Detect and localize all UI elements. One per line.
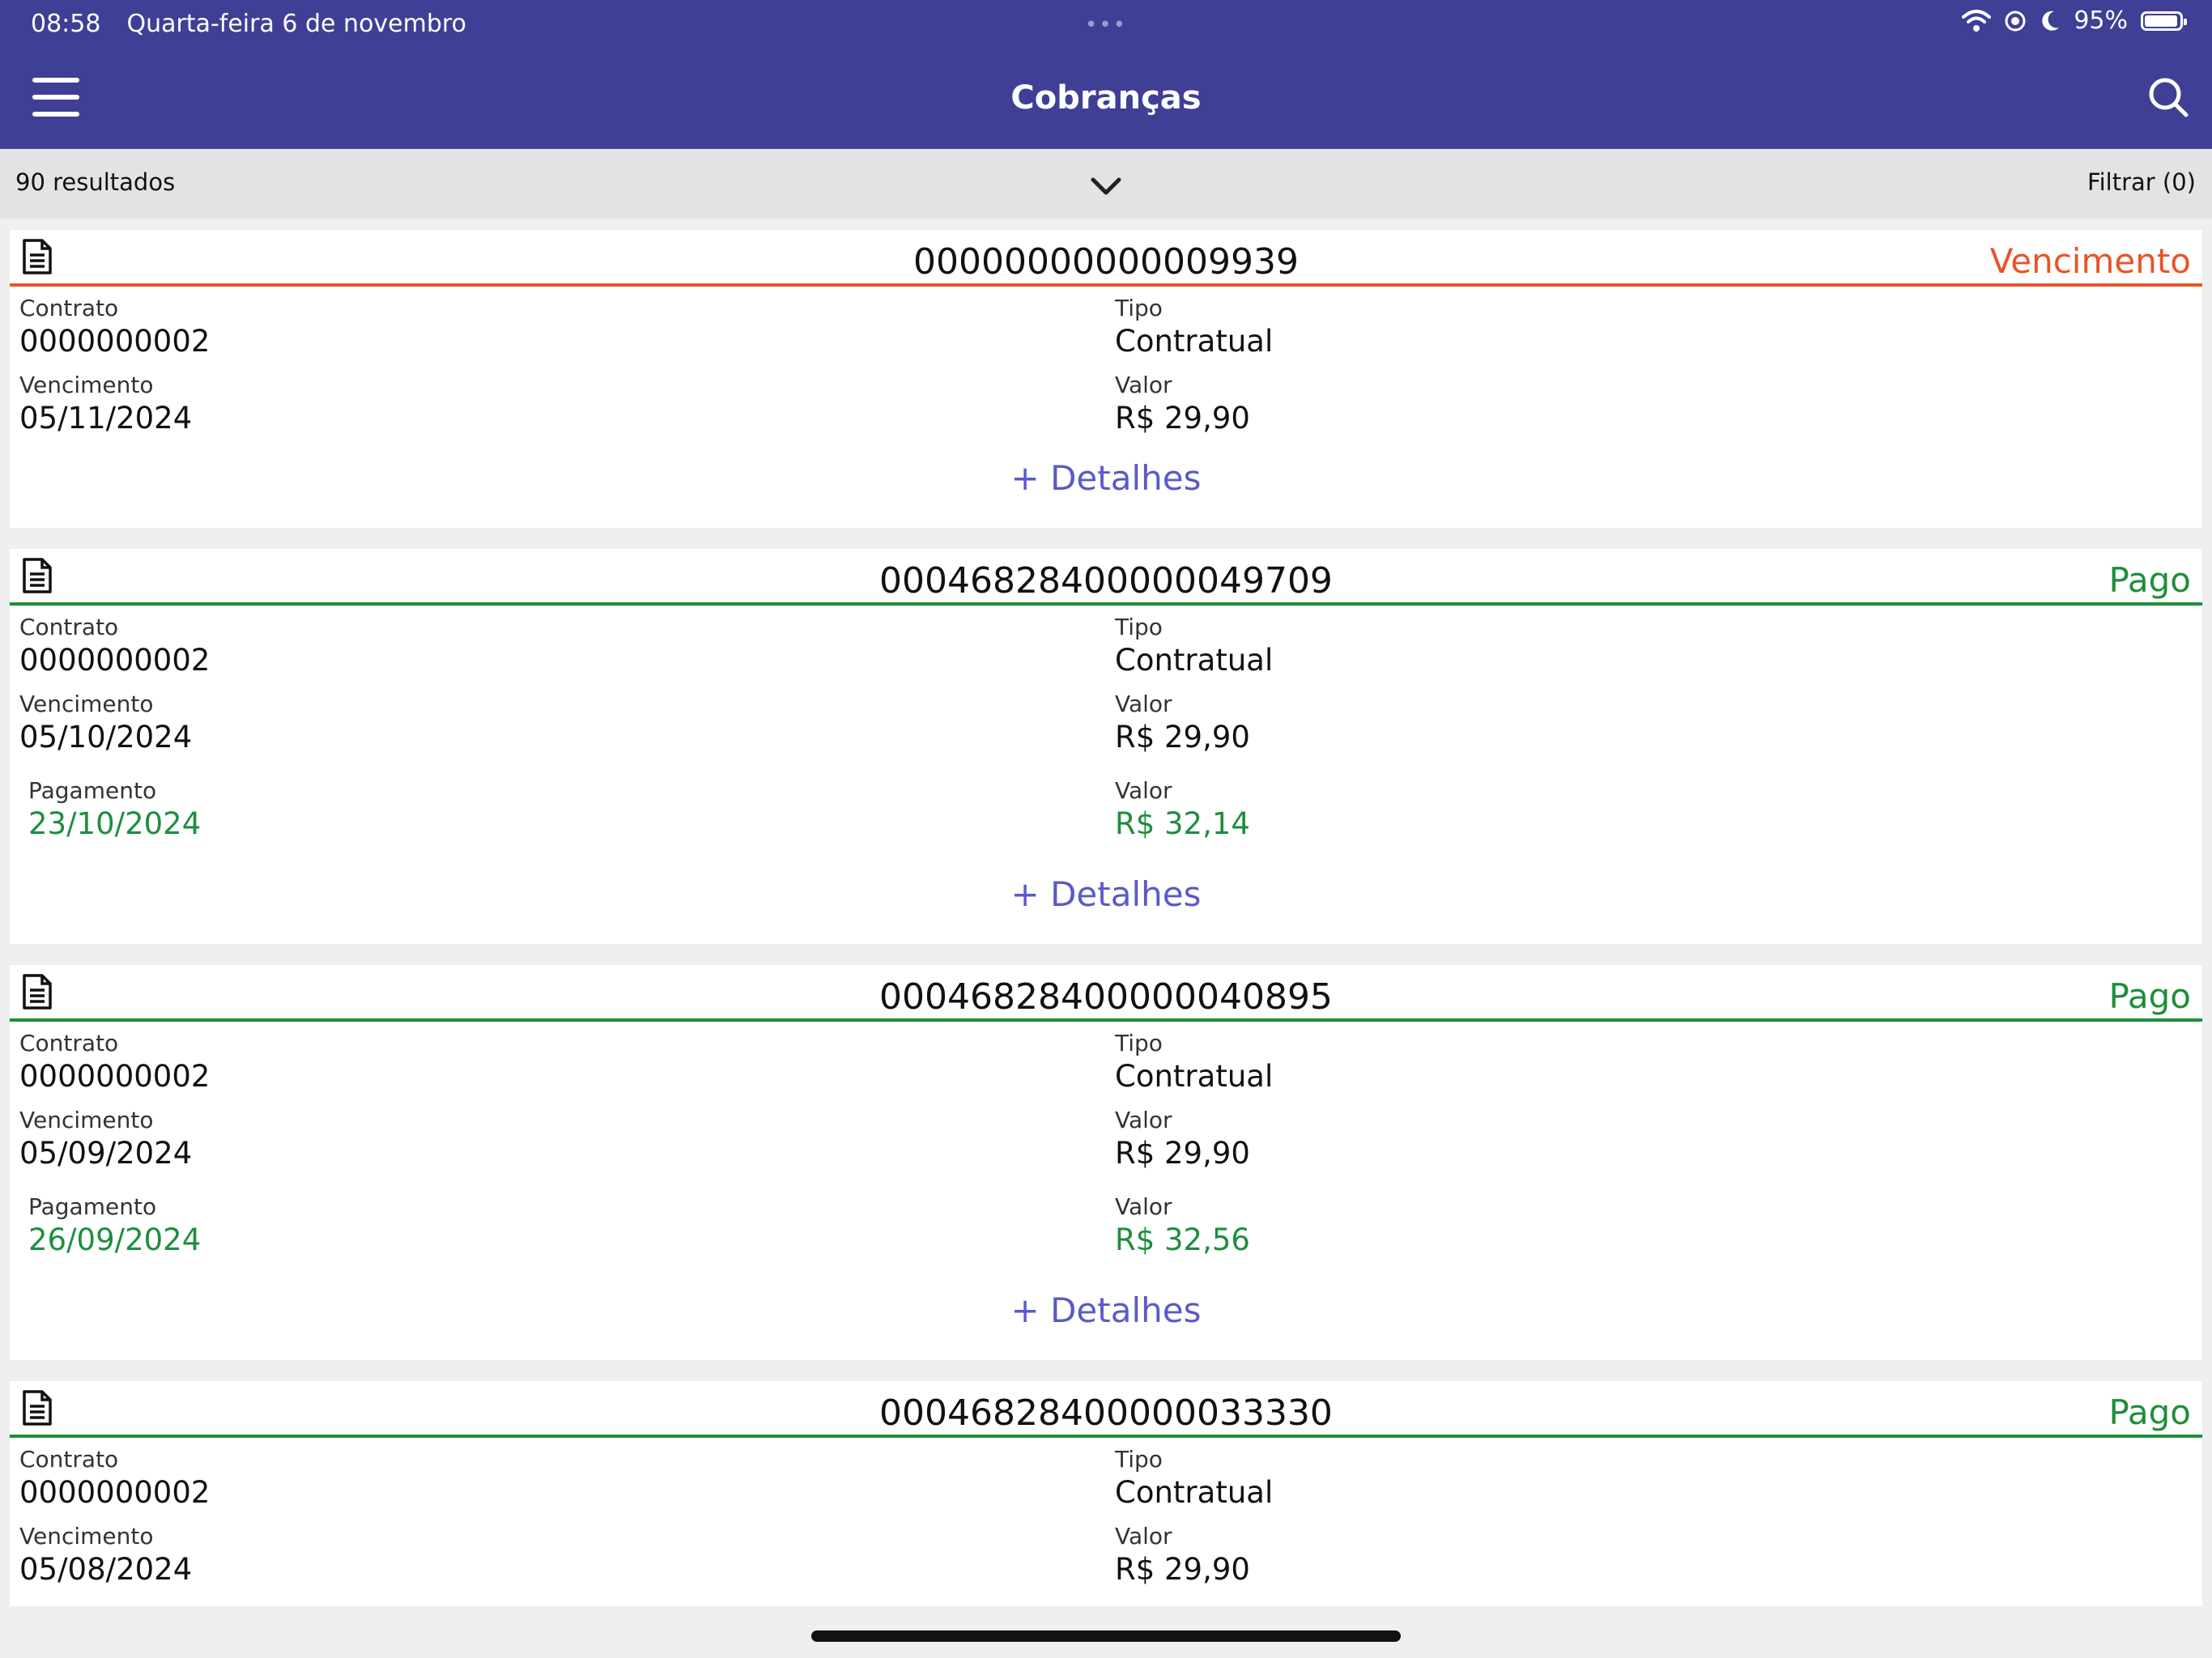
card-header: 00046828400000033330 Pago: [10, 1381, 2202, 1439]
vencimento-label: Vencimento: [19, 372, 154, 398]
tipo-label: Tipo: [1115, 1446, 1163, 1473]
contrato-value: 0000000002: [19, 643, 211, 678]
tipo-label: Tipo: [1115, 614, 1163, 640]
valor-label: Valor: [1115, 1523, 1172, 1550]
tipo-value: Contratual: [1115, 643, 1274, 678]
billing-code: 00046828400000033330: [879, 1392, 1333, 1434]
location-icon: [2005, 11, 2026, 31]
results-bar: 90 resultados Filtrar (0): [0, 149, 2212, 219]
billing-code: 00046828400000040895: [879, 976, 1333, 1018]
contrato-label: Contrato: [19, 295, 119, 321]
status-badge: Pago: [2108, 1392, 2191, 1432]
vencimento-value: 05/10/2024: [19, 720, 193, 755]
app-header: Cobranças: [0, 47, 2212, 149]
vencimento-label: Vencimento: [19, 1107, 154, 1133]
billing-code: 00046828400000049709: [879, 560, 1333, 602]
tipo-value: Contratual: [1115, 324, 1274, 359]
card-header: 00000000000009939 Vencimento: [10, 230, 2202, 288]
pagamento-label: Pagamento: [28, 777, 157, 804]
billing-card: 00046828400000033330 Pago Contrato 00000…: [10, 1381, 2202, 1606]
details-link[interactable]: + Detalhes: [10, 458, 2202, 498]
status-badge: Vencimento: [1989, 241, 2191, 281]
valor-value: R$ 29,90: [1115, 401, 1250, 436]
status-divider: [10, 283, 2202, 287]
status-divider: [10, 602, 2202, 606]
battery-percent: 95%: [2074, 6, 2128, 35]
details-link[interactable]: + Detalhes: [10, 874, 2202, 914]
tipo-label: Tipo: [1115, 295, 1163, 321]
valor-value: R$ 29,90: [1115, 1552, 1250, 1587]
valor-pago-label: Valor: [1115, 777, 1172, 804]
status-right: 95%: [1962, 6, 2187, 35]
battery-level-fill: [2145, 15, 2177, 27]
details-link[interactable]: + Detalhes: [10, 1290, 2202, 1330]
search-icon[interactable]: [2146, 74, 2191, 120]
page-title: Cobranças: [1010, 79, 1202, 117]
contrato-value: 0000000002: [19, 1475, 211, 1510]
billing-card: 00046828400000049709 Pago Contrato 00000…: [10, 549, 2202, 944]
results-count: 90 resultados: [15, 168, 176, 196]
contrato-label: Contrato: [19, 614, 119, 640]
card-header: 00046828400000040895 Pago: [10, 965, 2202, 1023]
vencimento-value: 05/09/2024: [19, 1136, 193, 1171]
status-bar: 08:58 Quarta-feira 6 de novembro ••• 95%: [0, 0, 2212, 47]
wifi-icon: [1962, 9, 1992, 32]
tipo-value: Contratual: [1115, 1059, 1274, 1094]
tipo-label: Tipo: [1115, 1030, 1163, 1056]
valor-pago-value: R$ 32,56: [1115, 1222, 1250, 1257]
vencimento-label: Vencimento: [19, 691, 154, 717]
pagamento-value: 26/09/2024: [28, 1222, 202, 1257]
status-badge: Pago: [2108, 560, 2191, 600]
status-time: 08:58: [31, 9, 101, 38]
filter-button[interactable]: Filtrar (0): [2087, 168, 2196, 196]
contrato-value: 0000000002: [19, 324, 211, 359]
billing-code: 00000000000009939: [913, 241, 1299, 283]
valor-label: Valor: [1115, 372, 1172, 398]
valor-pago-value: R$ 32,14: [1115, 806, 1250, 841]
valor-value: R$ 29,90: [1115, 720, 1250, 755]
valor-value: R$ 29,90: [1115, 1136, 1250, 1171]
status-divider: [10, 1435, 2202, 1438]
chevron-down-icon[interactable]: [1090, 170, 1122, 202]
vencimento-label: Vencimento: [19, 1523, 154, 1550]
status-divider: [10, 1018, 2202, 1022]
multitasking-dots-icon[interactable]: •••: [1085, 13, 1127, 37]
home-indicator[interactable]: [811, 1630, 1401, 1642]
contrato-label: Contrato: [19, 1446, 119, 1473]
valor-label: Valor: [1115, 1107, 1172, 1133]
billing-card: 00000000000009939 Vencimento Contrato 00…: [10, 230, 2202, 528]
status-date: Quarta-feira 6 de novembro: [126, 9, 466, 38]
pagamento-value: 23/10/2024: [28, 806, 202, 841]
moon-icon: [2042, 11, 2060, 31]
pagamento-label: Pagamento: [28, 1193, 157, 1220]
contrato-value: 0000000002: [19, 1059, 211, 1094]
battery-icon: [2141, 11, 2187, 31]
status-badge: Pago: [2108, 976, 2191, 1016]
vencimento-value: 05/08/2024: [19, 1552, 193, 1587]
contrato-label: Contrato: [19, 1030, 119, 1056]
valor-label: Valor: [1115, 691, 1172, 717]
status-left: 08:58 Quarta-feira 6 de novembro: [31, 10, 466, 38]
valor-pago-label: Valor: [1115, 1193, 1172, 1220]
vencimento-value: 05/11/2024: [19, 401, 193, 436]
tipo-value: Contratual: [1115, 1475, 1274, 1510]
billing-card: 00046828400000040895 Pago Contrato 00000…: [10, 965, 2202, 1360]
card-header: 00046828400000049709 Pago: [10, 549, 2202, 607]
